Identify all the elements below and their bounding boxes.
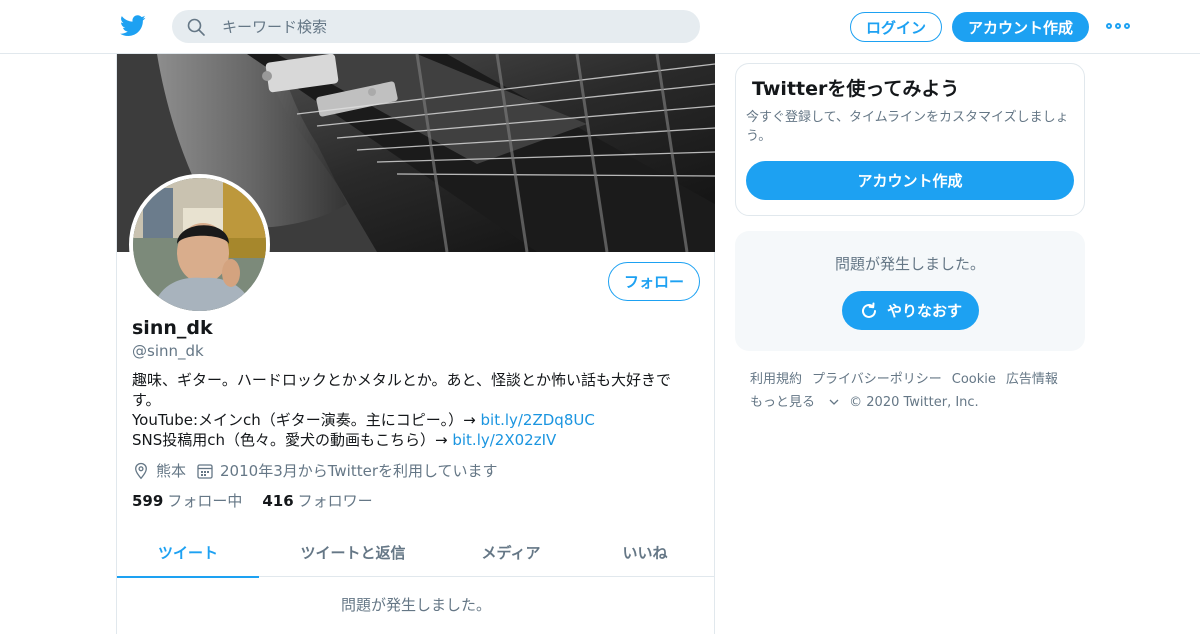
profile-avatar[interactable] — [129, 174, 270, 315]
bio-line: YouTube:メインch（ギター演奏。主にコピー。）→ bit.ly/2ZDq… — [132, 410, 692, 430]
followers-stat[interactable]: 416 フォロワー — [262, 490, 372, 511]
timeline-error-message: 問題が発生しました。 — [340, 596, 491, 614]
bio-line: す。 — [132, 391, 161, 409]
bio-line: 趣味、ギター。ハードロックとかメタルとか。あと、怪談とか怖い話も大好きで — [132, 371, 671, 389]
error-card: 問題が発生しました。 やりなおす — [735, 231, 1085, 351]
profile-display-name: sinn_dk — [132, 317, 213, 339]
footer-link-privacy[interactable]: プライバシーポリシー — [812, 368, 942, 391]
more-options-icon[interactable] — [1106, 20, 1130, 32]
profile-handle: @sinn_dk — [132, 342, 204, 360]
profile-column: フォロー sinn_dk @sinn_dk 趣味、ギター。ハードロックとかメタル… — [116, 54, 715, 634]
youtube-main-link[interactable]: bit.ly/2ZDq8UC — [481, 411, 595, 429]
tab-likes[interactable]: いいね — [575, 528, 715, 577]
location-pin-icon — [135, 462, 147, 479]
tab-tweets-and-replies[interactable]: ツイートと返信 — [259, 528, 447, 577]
profile-stats: 599 フォロー中 416 フォロワー — [132, 490, 393, 511]
error-card-message: 問題が発生しました。 — [834, 255, 985, 273]
youtube-sns-link[interactable]: bit.ly/2X02zIV — [452, 431, 556, 449]
calendar-icon — [197, 463, 213, 479]
footer-more-link[interactable]: もっと見る — [750, 391, 839, 414]
profile-tabs: ツイート ツイートと返信 メディア いいね — [117, 528, 715, 578]
search-box[interactable] — [172, 10, 700, 43]
search-icon — [187, 18, 205, 36]
footer-link-terms[interactable]: 利用規約 — [750, 368, 802, 391]
profile-joined-date: 2010年3月からTwitterを利用しています — [220, 462, 498, 480]
footer-more-label: もっと見る — [750, 395, 816, 410]
signup-card-title: Twitterを使ってみよう — [752, 78, 960, 100]
following-label: フォロー中 — [167, 492, 243, 510]
follow-button[interactable]: フォロー — [608, 262, 700, 301]
profile-location: 熊本 — [156, 462, 187, 480]
retry-button[interactable]: やりなおす — [842, 291, 979, 330]
footer-link-ads[interactable]: 広告情報 — [1006, 368, 1058, 391]
refresh-icon — [862, 302, 876, 318]
twitter-logo-icon[interactable] — [120, 14, 146, 38]
footer-copyright: © 2020 Twitter, Inc. — [849, 395, 979, 410]
signup-card: Twitterを使ってみよう 今すぐ登録して、タイムラインをカスタマイズしましょ… — [735, 63, 1085, 216]
bio-text: YouTube:メインch（ギター演奏。主にコピー。）→ — [132, 411, 481, 429]
top-nav-bar: ログイン アカウント作成 — [0, 0, 1200, 54]
login-button[interactable]: ログイン — [850, 12, 942, 42]
avatar-person-picture — [133, 178, 266, 311]
profile-bio: 趣味、ギター。ハードロックとかメタルとか。あと、怪談とか怖い話も大好きで す。 … — [132, 370, 692, 450]
retry-button-label: やりなおす — [886, 302, 962, 320]
bio-line: SNS投稿用ch（色々。愛犬の動画もこちら）→ bit.ly/2X02zIV — [132, 430, 692, 450]
signup-button-header[interactable]: アカウント作成 — [952, 12, 1089, 42]
bio-text: SNS投稿用ch（色々。愛犬の動画もこちら）→ — [132, 431, 453, 449]
search-input[interactable] — [222, 10, 682, 43]
chevron-down-icon — [829, 399, 839, 405]
following-count: 599 — [132, 492, 164, 510]
tab-media[interactable]: メディア — [447, 528, 575, 577]
profile-meta: 熊本 2010年3月からTwitterを利用しています — [132, 460, 498, 481]
signup-card-description: 今すぐ登録して、タイムラインをカスタマイズしましょう。 — [746, 110, 1069, 144]
followers-count: 416 — [262, 492, 294, 510]
following-stat[interactable]: 599 フォロー中 — [132, 490, 242, 511]
footer-link-cookie[interactable]: Cookie — [952, 368, 996, 391]
tab-tweets[interactable]: ツイート — [117, 528, 259, 578]
followers-label: フォロワー — [297, 492, 373, 510]
signup-button[interactable]: アカウント作成 — [746, 161, 1074, 200]
footer-links: 利用規約 プライバシーポリシー Cookie 広告情報 もっと見る © 2020… — [750, 368, 1080, 414]
